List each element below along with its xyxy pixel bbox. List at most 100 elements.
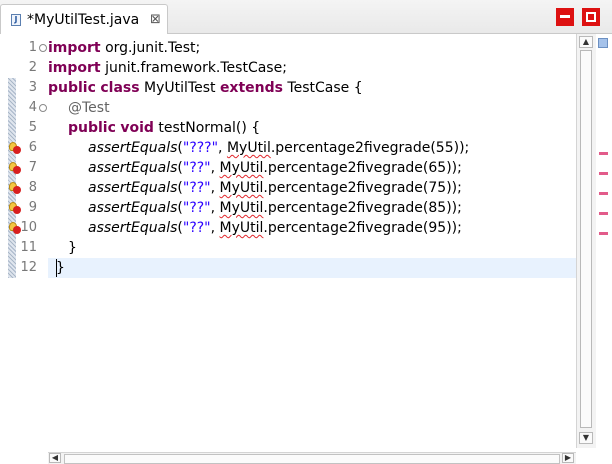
code-line: assertEquals("??", MyUtil.percentage2fiv…	[48, 198, 576, 218]
keyword: public	[68, 120, 116, 136]
code-line: }	[48, 238, 576, 258]
quick-fix-error-icon[interactable]	[9, 222, 21, 234]
scroll-left-icon[interactable]: ◀	[49, 453, 61, 463]
line-number: 2	[28, 60, 37, 75]
code-line-text: assertEquals("??", MyUtil.percentage2fiv…	[88, 180, 462, 196]
code-text-area[interactable]: import org.junit.Test; import junit.frame…	[48, 34, 576, 448]
overview-error-marker[interactable]	[599, 172, 608, 175]
scroll-up-icon[interactable]: ▲	[579, 36, 593, 48]
code-line: import junit.framework.TestCase;	[48, 58, 576, 78]
line-number: 1	[28, 40, 37, 55]
code-line: assertEquals("??", MyUtil.percentage2fiv…	[48, 218, 576, 238]
code-line-text: public void testNormal() {	[68, 120, 260, 136]
code-line-text: public class MyUtilTest extends TestCase…	[48, 80, 363, 96]
java-file-icon-letter: J	[14, 15, 18, 24]
error-icon	[13, 186, 21, 194]
code-token: MyUtilTest	[139, 80, 220, 96]
method-call: assertEquals	[88, 200, 178, 216]
fold-toggle-icon[interactable]	[39, 44, 47, 52]
code-line: import org.junit.Test;	[48, 38, 576, 58]
line-number: 12	[20, 260, 37, 275]
overview-error-marker[interactable]	[599, 152, 608, 155]
code-line: assertEquals("???", MyUtil.percentage2fi…	[48, 138, 576, 158]
code-token: org.junit.Test;	[100, 40, 201, 56]
string-literal: "??"	[182, 160, 211, 176]
code-line: public class MyUtilTest extends TestCase…	[48, 78, 576, 98]
text-caret	[56, 259, 57, 277]
overview-error-marker[interactable]	[599, 192, 608, 195]
method-call: assertEquals	[88, 220, 178, 236]
scroll-down-icon[interactable]: ▼	[579, 432, 593, 444]
code-line: }	[48, 258, 576, 278]
method-call: assertEquals	[88, 180, 178, 196]
overview-error-marker[interactable]	[599, 232, 608, 235]
keyword: void	[120, 120, 154, 136]
code-line-text: @Test	[68, 100, 110, 116]
method-call: assertEquals	[88, 160, 178, 176]
maximize-button[interactable]	[582, 8, 600, 26]
code-token: ,	[218, 140, 227, 156]
code-token: ,	[210, 180, 220, 196]
code-line-text: import junit.framework.TestCase;	[48, 60, 287, 76]
scroll-right-icon[interactable]: ▶	[562, 453, 574, 463]
keyword: import	[48, 40, 101, 56]
line-number: 4	[28, 100, 37, 115]
code-editor[interactable]: 1 2 3 4 5 6 7 8 9 10 11 12 import org.junit.Test; im…	[0, 34, 612, 464]
line-number-gutter: 1 2 3 4 5 6 7 8 9 10 11 12	[16, 34, 46, 448]
horizontal-scrollbar[interactable]: ◀ ▶	[48, 452, 576, 464]
overview-error-marker[interactable]	[599, 212, 608, 215]
overview-ruler[interactable]	[596, 34, 612, 464]
line-number: 3	[28, 80, 37, 95]
quick-fix-error-icon[interactable]	[9, 142, 21, 154]
tab-close-icon[interactable]: ⊠	[150, 12, 161, 27]
code-token: .percentage2fivegrade(95));	[263, 220, 462, 236]
minimize-button[interactable]	[556, 8, 574, 26]
class-ref-error: MyUtil	[219, 200, 264, 216]
code-token: TestCase {	[282, 80, 363, 96]
horizontal-scroll-thumb[interactable]	[64, 454, 560, 464]
tab-title[interactable]: *MyUtilTest.java	[27, 12, 139, 28]
quick-fix-error-icon[interactable]	[9, 202, 21, 214]
code-line-text: assertEquals("??", MyUtil.percentage2fiv…	[88, 200, 462, 216]
code-line-text: assertEquals("???", MyUtil.percentage2fi…	[88, 140, 469, 156]
error-icon	[13, 226, 21, 234]
code-token: ,	[210, 200, 220, 216]
code-token: }	[68, 240, 77, 256]
error-icon	[13, 206, 21, 214]
code-line: assertEquals("??", MyUtil.percentage2fiv…	[48, 158, 576, 178]
fold-toggle-icon[interactable]	[39, 104, 47, 112]
code-line-text: }	[68, 240, 77, 256]
vertical-scroll-thumb[interactable]	[580, 50, 592, 428]
java-file-icon: J	[11, 14, 21, 26]
quick-fix-error-icon[interactable]	[9, 182, 21, 194]
code-line: public void testNormal() {	[48, 118, 576, 138]
maximize-icon	[586, 12, 596, 22]
code-token: .percentage2fivegrade(55));	[270, 140, 470, 156]
class-ref-error: MyUtil	[219, 220, 264, 236]
error-icon	[13, 166, 21, 174]
code-token: testNormal() {	[153, 120, 261, 136]
quick-fix-error-icon[interactable]	[9, 162, 21, 174]
minimize-icon	[560, 15, 570, 18]
code-token: junit.framework.TestCase;	[100, 60, 287, 76]
vertical-ruler	[0, 34, 8, 464]
code-line: assertEquals("??", MyUtil.percentage2fiv…	[48, 178, 576, 198]
annotation: @Test	[68, 100, 110, 116]
code-line-text: }	[56, 260, 65, 276]
string-literal: "???"	[182, 140, 219, 156]
code-line-text: assertEquals("??", MyUtil.percentage2fiv…	[88, 220, 462, 236]
code-token: }	[56, 260, 65, 276]
keyword: public	[48, 80, 96, 96]
editor-tab[interactable]: J *MyUtilTest.java ⊠	[0, 4, 168, 34]
vertical-scrollbar[interactable]: ▲ ▼	[576, 34, 596, 448]
method-call: assertEquals	[88, 140, 178, 156]
keyword: extends	[219, 80, 283, 96]
error-icon	[13, 146, 21, 154]
code-token: .percentage2fivegrade(75));	[263, 180, 462, 196]
overview-status-icon[interactable]	[598, 38, 608, 48]
class-ref-error: MyUtil	[219, 180, 264, 196]
string-literal: "??"	[182, 180, 211, 196]
class-ref-error: MyUtil	[226, 140, 271, 156]
code-token: ,	[210, 220, 220, 236]
line-number: 11	[20, 240, 37, 255]
